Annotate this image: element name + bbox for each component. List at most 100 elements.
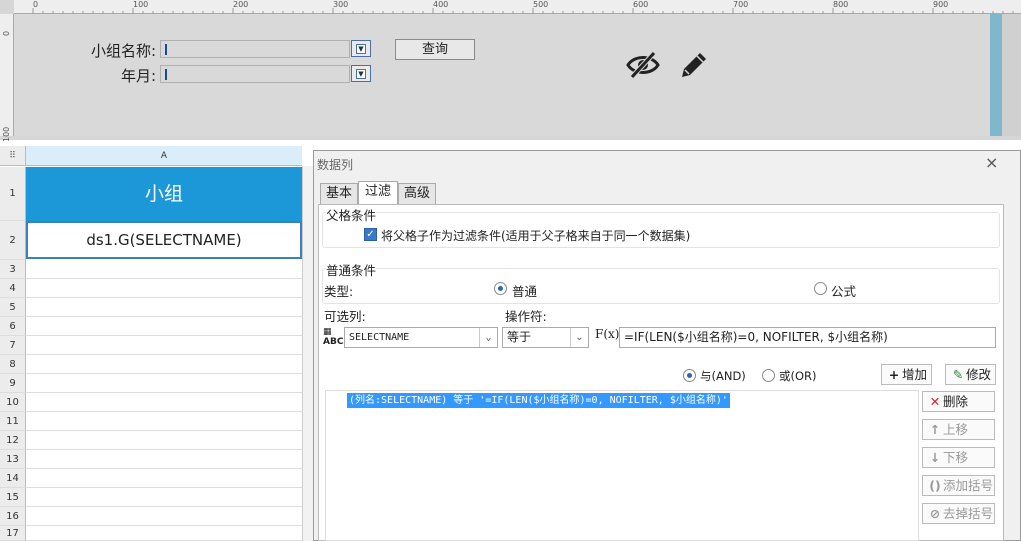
operator-select-value: 等于 <box>507 330 532 344</box>
remove-brackets-icon: ⊘ <box>929 506 941 521</box>
normal-group-title: 普通条件 <box>326 260 377 279</box>
chevron-down-icon: ⌄ <box>479 328 497 347</box>
remove-bracket-button-label: 去掉括号 <box>943 506 994 521</box>
logic-or-radio[interactable] <box>762 369 775 382</box>
tab-advanced[interactable]: 高级 <box>398 183 436 205</box>
cell-a7[interactable] <box>26 336 302 355</box>
ruler-label: 100 <box>2 126 11 142</box>
add-button-label: 增加 <box>902 367 928 382</box>
logic-and-label[interactable]: 与(AND) <box>700 368 746 384</box>
group-name-label: 小组名称: <box>90 42 156 60</box>
formula-editor-icon[interactable]: F(x) <box>595 327 619 341</box>
brackets-icon: () <box>929 478 941 493</box>
canvas-scrollbar[interactable] <box>990 14 1002 136</box>
row-header-14[interactable]: 14 <box>0 469 26 488</box>
cell-a16[interactable] <box>26 507 302 526</box>
row-header-15[interactable]: 15 <box>0 488 26 507</box>
group-name-input[interactable] <box>160 40 350 58</box>
close-icon: ✕ <box>929 394 941 409</box>
type-normal-label[interactable]: 普通 <box>512 281 537 300</box>
row-header-2[interactable]: 2 <box>0 221 26 260</box>
cell-a4[interactable] <box>26 279 302 298</box>
cell-a12[interactable] <box>26 431 302 450</box>
cell-a15[interactable] <box>26 488 302 507</box>
cell-a2[interactable]: ds1.G(SELECTNAME) <box>26 221 302 259</box>
ruler-label: 0 <box>2 30 11 36</box>
grid-icon[interactable]: ⠿ <box>0 146 26 166</box>
row-header-1[interactable]: 1 <box>0 167 26 221</box>
add-bracket-button-label: 添加括号 <box>943 478 994 493</box>
year-month-dropdown-button[interactable]: ▼ <box>351 65 371 82</box>
move-down-button[interactable]: ↓ 下移 <box>922 447 995 468</box>
cell-a13[interactable] <box>26 450 302 469</box>
row-header-6[interactable]: 6 <box>0 317 26 336</box>
row-header-10[interactable]: 10 <box>0 393 26 412</box>
type-normal-radio[interactable] <box>494 282 507 295</box>
row-header-3[interactable]: 3 <box>0 260 26 279</box>
sheet-unused-area <box>302 166 313 541</box>
column-select[interactable]: SELECTNAME ⌄ <box>344 327 498 348</box>
type-formula-label[interactable]: 公式 <box>831 281 856 300</box>
row-header-17[interactable]: 17 <box>0 526 26 541</box>
operator-label: 操作符: <box>505 309 547 324</box>
query-button[interactable]: 查询 <box>395 39 475 60</box>
add-button[interactable]: + 增加 <box>881 364 932 385</box>
cell-a8[interactable] <box>26 355 302 374</box>
cell-a17[interactable] <box>26 526 302 541</box>
year-month-label: 年月: <box>120 67 156 85</box>
row-header-9[interactable]: 9 <box>0 374 26 393</box>
tab-basic[interactable]: 基本 <box>320 183 358 205</box>
logic-or-label[interactable]: 或(OR) <box>779 368 817 384</box>
formula-value-field[interactable]: =IF(LEN($小组名称)=0, NOFILTER, $小组名称) <box>619 327 996 348</box>
move-up-button-label: 上移 <box>943 422 969 437</box>
move-down-button-label: 下移 <box>943 450 969 465</box>
vertical-ruler: 0 100 <box>0 14 14 142</box>
plus-icon: + <box>888 367 900 382</box>
close-icon[interactable]: × <box>985 153 998 172</box>
cell-a14[interactable] <box>26 469 302 488</box>
delete-button[interactable]: ✕ 删除 <box>922 391 995 412</box>
normal-condition-group <box>322 268 1000 304</box>
row-header-4[interactable]: 4 <box>0 279 26 298</box>
horizontal-ruler: 0 100 200 300 400 500 600 700 800 900 <box>14 0 1021 14</box>
condition-list[interactable] <box>325 390 919 541</box>
row-header-7[interactable]: 7 <box>0 336 26 355</box>
tab-filter[interactable]: 过滤 <box>358 181 398 204</box>
cell-a6[interactable] <box>26 317 302 336</box>
arrow-up-icon: ↑ <box>929 422 941 437</box>
cell-a3[interactable] <box>26 260 302 279</box>
cell-a9[interactable] <box>26 374 302 393</box>
row-header-13[interactable]: 13 <box>0 450 26 469</box>
row-header-11[interactable]: 11 <box>0 412 26 431</box>
type-formula-radio[interactable] <box>814 282 827 295</box>
parent-filter-checkbox[interactable]: ✓ <box>364 228 377 241</box>
dialog-title: 数据列 <box>317 158 354 172</box>
move-up-button[interactable]: ↑ 上移 <box>922 419 995 440</box>
add-bracket-button[interactable]: () 添加括号 <box>922 475 995 496</box>
cell-a5[interactable] <box>26 298 302 317</box>
condition-list-item[interactable]: (列名:SELECTNAME) 等于 '=IF(LEN($小组名称)=0, NO… <box>347 393 730 408</box>
row-header-8[interactable]: 8 <box>0 355 26 374</box>
column-select-value: SELECTNAME <box>349 332 410 343</box>
row-header-16[interactable]: 16 <box>0 507 26 526</box>
chevron-down-icon: ⌄ <box>570 328 588 347</box>
chevron-down-icon: ▼ <box>356 43 366 54</box>
remove-bracket-button[interactable]: ⊘ 去掉括号 <box>922 503 995 524</box>
pencil-icon[interactable] <box>678 49 710 81</box>
cell-a1[interactable]: 小组 <box>26 167 302 221</box>
cell-a10[interactable] <box>26 393 302 412</box>
cell-a11[interactable] <box>26 412 302 431</box>
operator-select[interactable]: 等于 ⌄ <box>502 327 589 348</box>
year-month-input[interactable] <box>160 65 350 83</box>
group-name-dropdown-button[interactable]: ▼ <box>351 40 371 57</box>
column-header-a[interactable]: A <box>26 146 302 166</box>
eye-slash-icon[interactable] <box>626 50 660 80</box>
modify-button[interactable]: ✎ 修改 <box>945 364 996 385</box>
row-header-5[interactable]: 5 <box>0 298 26 317</box>
arrow-down-icon: ↓ <box>929 450 941 465</box>
logic-and-radio[interactable] <box>683 369 696 382</box>
abc-type-icon[interactable]: ▦ ABC <box>323 327 343 347</box>
row-header-12[interactable]: 12 <box>0 431 26 450</box>
modify-icon: ✎ <box>952 367 964 382</box>
delete-button-label: 删除 <box>943 394 969 409</box>
